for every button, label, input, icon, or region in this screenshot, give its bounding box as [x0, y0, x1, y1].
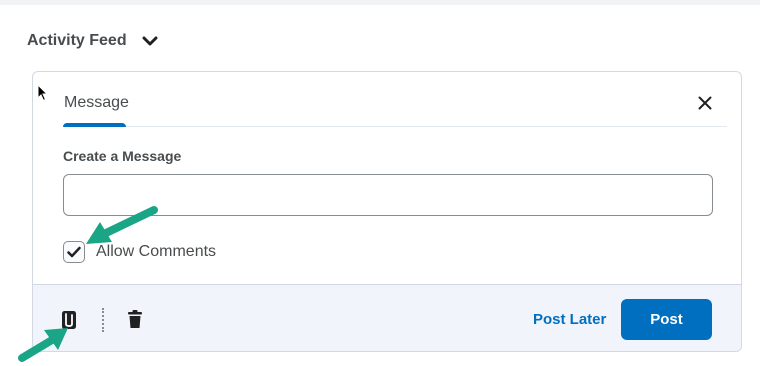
activity-feed-title: Activity Feed [27, 32, 127, 49]
post-later-button[interactable]: Post Later [533, 311, 606, 328]
tab-message-label: Message [64, 94, 129, 111]
active-tab-indicator [63, 123, 126, 127]
allow-comments-checkbox[interactable] [63, 241, 85, 263]
create-message-label: Create a Message [63, 148, 182, 164]
post-button[interactable]: Post [621, 299, 712, 340]
close-icon[interactable] [693, 91, 717, 115]
trash-icon[interactable] [127, 309, 143, 329]
tab-strip: Message [63, 90, 727, 127]
chevron-down-icon[interactable] [140, 31, 160, 51]
message-composer-card: Message Create a Message Allow Comments [32, 71, 742, 352]
activity-feed-header: Activity Feed [27, 28, 160, 54]
toolbar-divider [102, 308, 106, 332]
allow-comments-label: Allow Comments [96, 243, 217, 260]
paperclip-icon[interactable] [61, 310, 77, 330]
allow-comments-option[interactable]: Allow Comments [63, 240, 216, 264]
tab-message[interactable]: Message [63, 90, 130, 127]
composer-footer: Post Later Post [33, 284, 741, 351]
message-input[interactable] [63, 174, 713, 216]
top-band [0, 0, 760, 5]
checkmark-icon [67, 246, 81, 258]
